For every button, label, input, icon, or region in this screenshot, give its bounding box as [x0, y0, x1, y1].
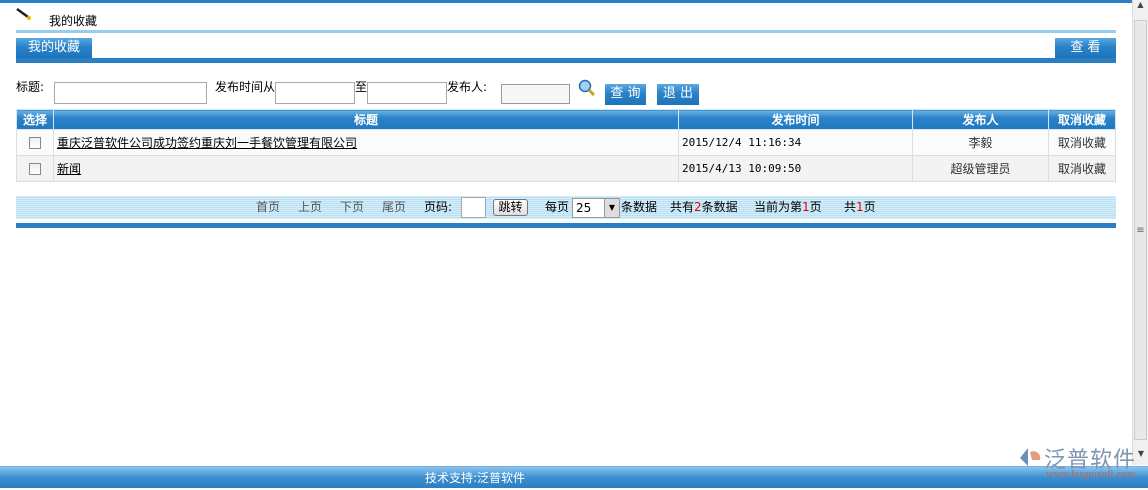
col-select: 选择: [16, 109, 54, 130]
col-title: 标题: [53, 109, 679, 130]
logo-url: www.fanpusoft.com: [1046, 470, 1136, 480]
per-page-label: 每页: [545, 200, 570, 214]
title-label: 标题:: [16, 80, 45, 94]
query-button[interactable]: 查 询: [605, 84, 646, 105]
total-pages: 共1页: [844, 196, 876, 219]
current-page: 当前为第1页: [754, 196, 822, 219]
table-header: 选择 标题 发布时间 发布人 取消收藏: [16, 109, 1116, 130]
row-time: 2015/4/13 10:09:50: [678, 155, 913, 182]
divider: [16, 30, 1116, 33]
prev-page-link[interactable]: 上页: [298, 196, 322, 219]
current-number: 1: [802, 200, 810, 214]
table-row: 新闻 2015/4/13 10:09:50 超级管理员 取消收藏: [16, 155, 1116, 182]
current-prefix: 当前为第: [754, 200, 803, 214]
page-label: 页码:: [424, 200, 453, 214]
tab-my-favorites[interactable]: 我的收藏: [16, 38, 92, 58]
chevron-down-icon[interactable]: ▼: [604, 199, 619, 217]
footer-text: 技术支持:泛普软件: [425, 471, 526, 485]
tab-bar-line: [16, 58, 1116, 63]
first-page-link[interactable]: 首页: [256, 196, 280, 219]
col-time: 发布时间: [678, 109, 913, 130]
time-from-label: 发布时间从: [215, 80, 276, 94]
last-page-link[interactable]: 尾页: [382, 196, 406, 219]
pages-prefix: 共: [844, 200, 857, 214]
table-row: 重庆泛普软件公司成功签约重庆刘一手餐饮管理有限公司 2015/12/4 11:1…: [16, 129, 1116, 156]
total-suffix: 条数据: [701, 200, 738, 214]
favorites-table: 选择 标题 发布时间 发布人 取消收藏 重庆泛普软件公司成功签约重庆刘一手餐饮管…: [16, 109, 1116, 182]
row-checkbox[interactable]: [29, 163, 41, 175]
total-records: 共有2条数据: [670, 196, 738, 219]
row-time: 2015/12/4 11:16:34: [678, 129, 913, 156]
per-page-value: 25: [576, 201, 592, 215]
view-button[interactable]: 查 看: [1055, 38, 1116, 58]
time-from-input[interactable]: [275, 82, 355, 104]
next-page-link[interactable]: 下页: [340, 196, 364, 219]
pager-line: [16, 223, 1116, 228]
pages-suffix: 页: [863, 200, 876, 214]
time-to-input[interactable]: [367, 82, 447, 104]
row-publisher: 超级管理员: [912, 155, 1049, 182]
total-prefix: 共有: [670, 200, 695, 214]
publisher-input[interactable]: [501, 84, 570, 104]
page-input[interactable]: [461, 197, 486, 218]
current-suffix: 页: [809, 200, 822, 214]
publisher-label: 发布人:: [447, 80, 488, 94]
scroll-up-icon[interactable]: ▲: [1133, 0, 1148, 16]
row-title-link[interactable]: 重庆泛普软件公司成功签约重庆刘一手餐饮管理有限公司: [57, 136, 357, 150]
col-unfavorite: 取消收藏: [1048, 109, 1116, 130]
row-title-link[interactable]: 新闻: [57, 162, 81, 176]
unfavorite-link[interactable]: 取消收藏: [1048, 155, 1116, 182]
title-input[interactable]: [54, 82, 207, 104]
total-count: 2: [694, 200, 702, 214]
footer: 技术支持:泛普软件: [0, 466, 1148, 488]
col-publisher: 发布人: [912, 109, 1049, 130]
per-page-suffix: 条数据: [621, 200, 658, 214]
jump-button[interactable]: 跳转: [493, 199, 528, 216]
row-publisher: 李毅: [912, 129, 1049, 156]
unfavorite-link[interactable]: 取消收藏: [1048, 129, 1116, 156]
vertical-scrollbar[interactable]: ▲ ≡ ▼: [1132, 0, 1148, 465]
pen-icon: [16, 7, 32, 20]
top-border: [0, 0, 1132, 3]
to-label: 至: [355, 80, 368, 94]
scroll-thumb[interactable]: ≡: [1134, 20, 1147, 440]
pages-count: 1: [856, 200, 864, 214]
pagination-bar: 首页 上页 下页 尾页 页码: 跳转 每页 25 ▼ 条数据 共有2条数据 当前…: [16, 196, 1116, 219]
search-icon[interactable]: [578, 79, 596, 97]
row-checkbox[interactable]: [29, 137, 41, 149]
fanpusoft-logo: 泛普软件 www.fanpusoft.com: [1018, 444, 1138, 486]
page-title: 我的收藏: [49, 14, 98, 28]
per-page-select[interactable]: 25 ▼: [572, 198, 620, 218]
exit-button[interactable]: 退 出: [657, 84, 699, 105]
